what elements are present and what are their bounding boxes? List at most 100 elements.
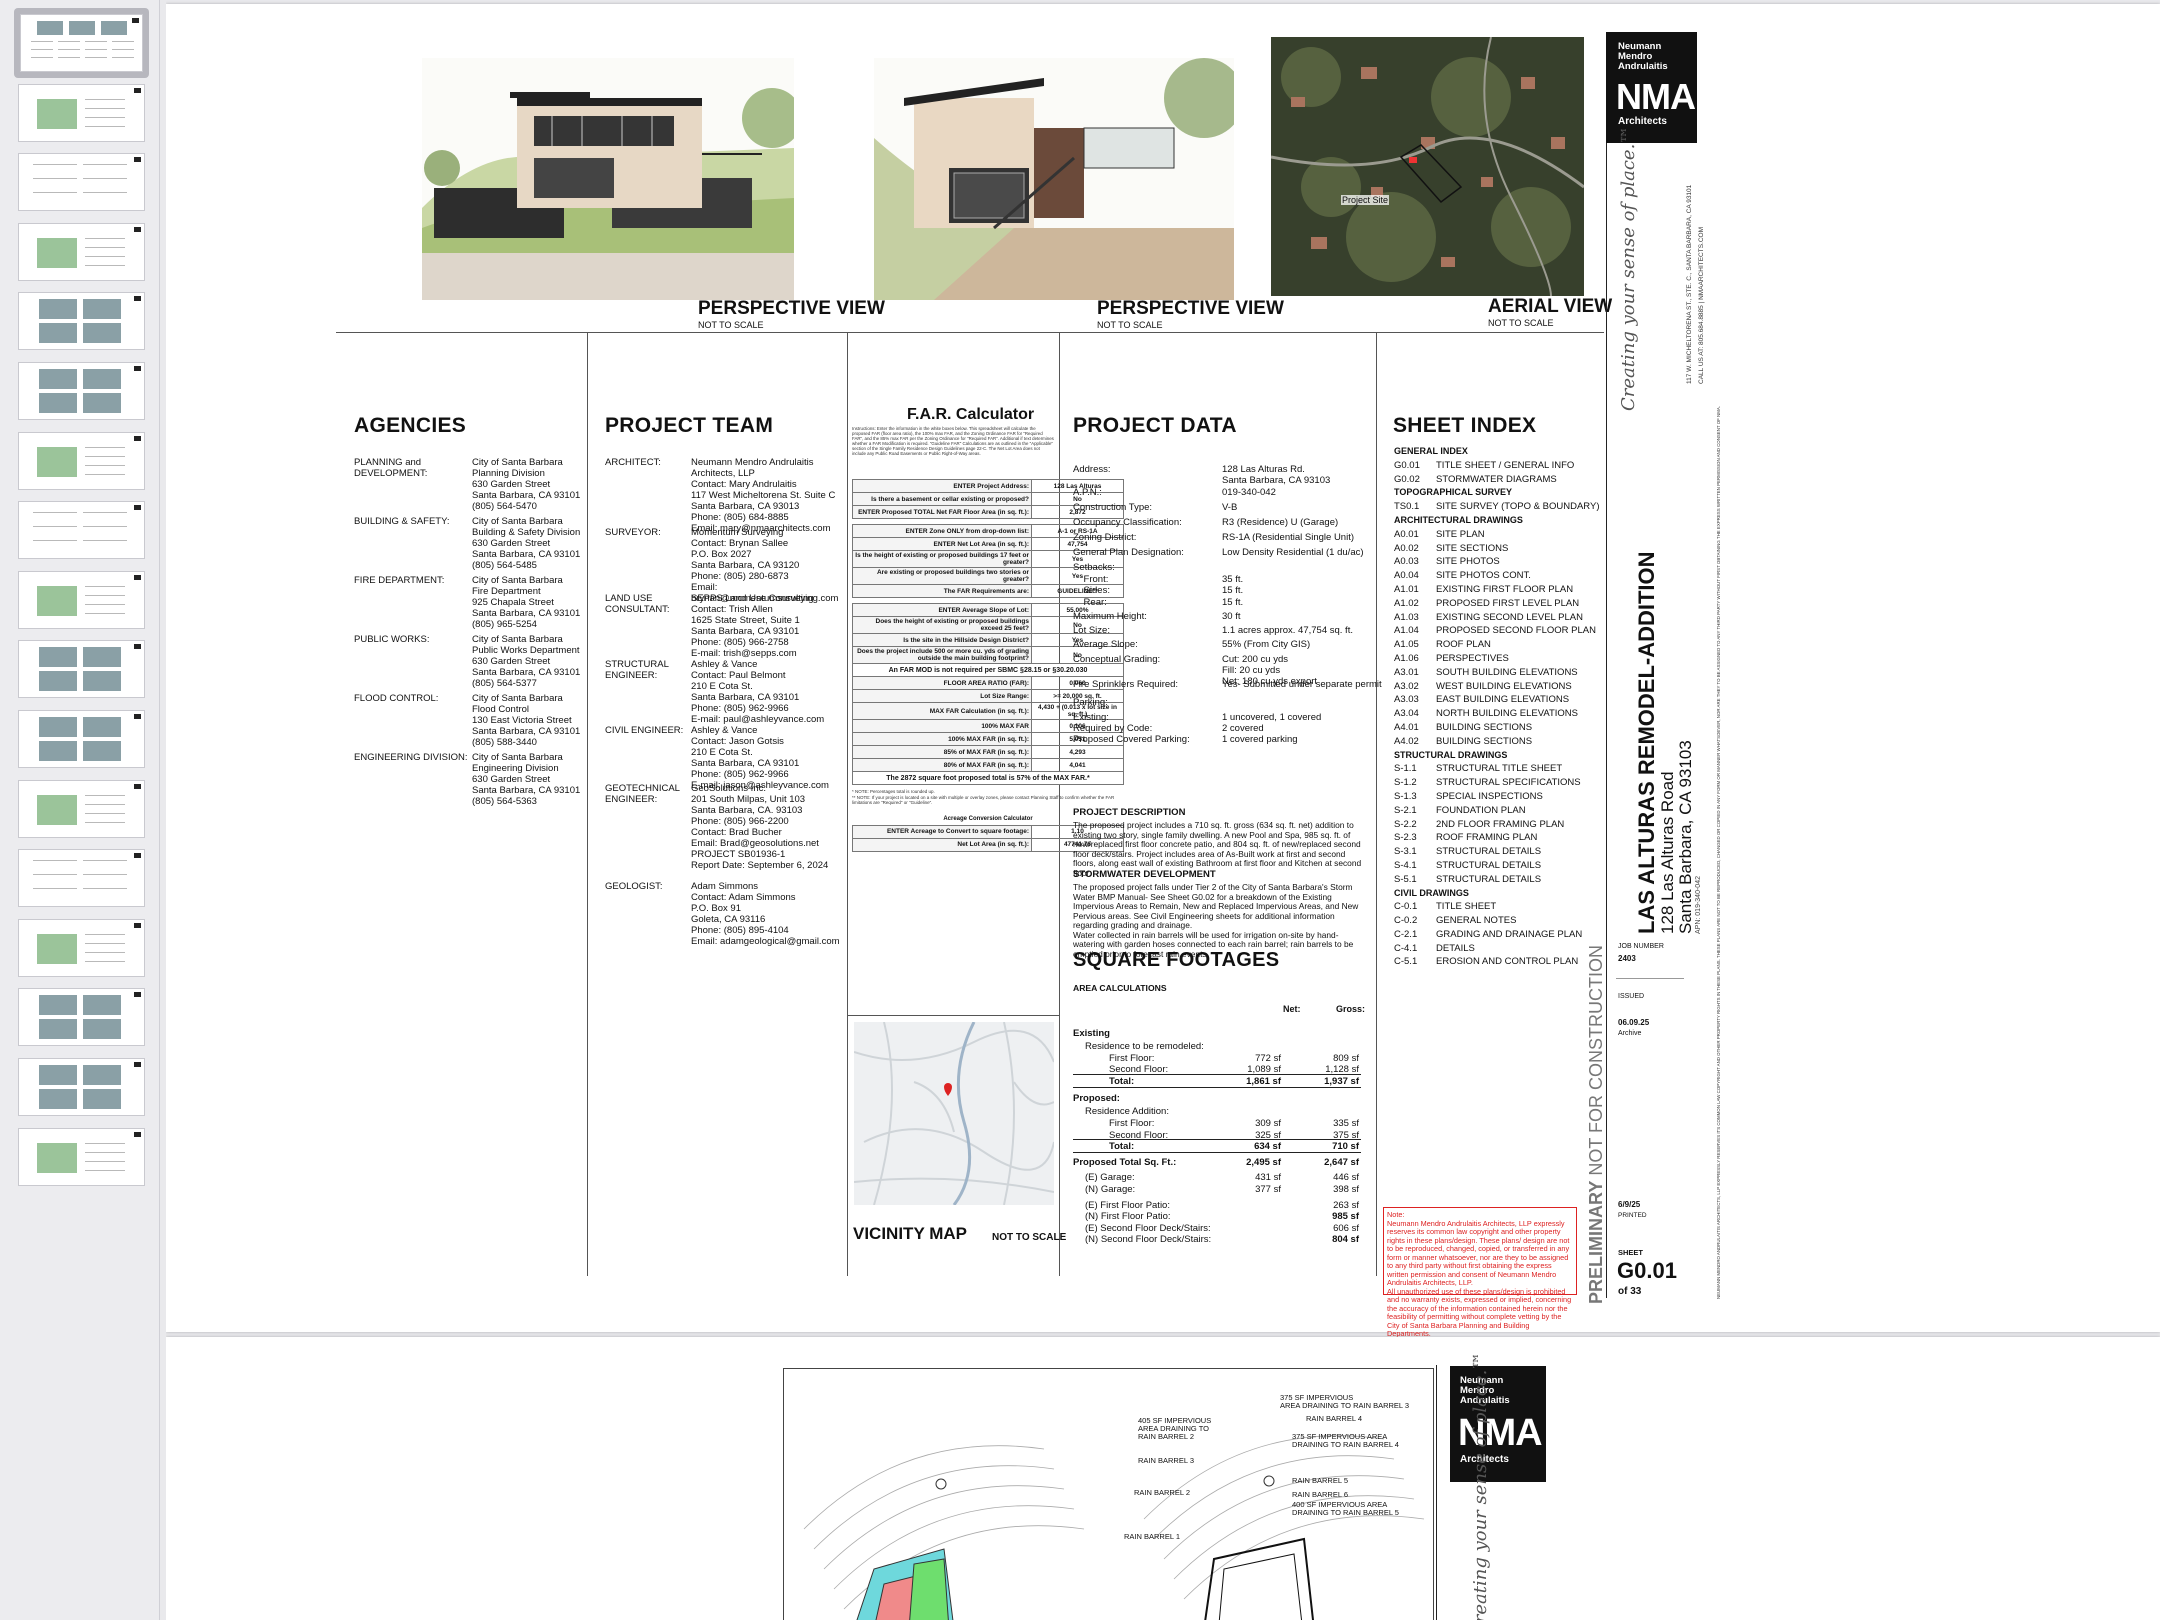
- sheet-index-item[interactable]: A0.02 SITE SECTIONS: [1394, 542, 1604, 556]
- project-data-row: Zoning District: RS-1A (Residential Singl…: [1073, 532, 1373, 543]
- sheet-index-item[interactable]: A1.05 ROOF PLAN: [1394, 638, 1604, 652]
- sheet-index-item[interactable]: TS0.1 SITE SURVEY (TOPO & BOUNDARY): [1394, 500, 1604, 514]
- agency-name: ENGINEERING DIVISION:: [354, 752, 468, 763]
- thumbnail-logo: [134, 157, 141, 163]
- agency-info: City of Santa Barbara Engineering Divisi…: [472, 752, 581, 807]
- document-view[interactable]: PERSPECTIVE VIEW NOT TO SCALE PERSPECTIV…: [166, 0, 2160, 1620]
- printed-date: 6/9/25: [1618, 1200, 1641, 1209]
- sheet-index-item[interactable]: A4.01 BUILDING SECTIONS: [1394, 721, 1604, 735]
- tagline: Creating your sense of place.™: [1618, 125, 1639, 411]
- sheet-code: A0.03: [1394, 556, 1419, 568]
- thumbnail-logo: [134, 644, 141, 650]
- thumbnail-line: [112, 41, 134, 42]
- thumbnail-logo: [134, 853, 141, 859]
- sheet-index-item[interactable]: S-2.3 ROOF FRAMING PLAN: [1394, 831, 1604, 845]
- divider: [1616, 978, 1684, 979]
- sheet-index-item[interactable]: C-5.1 EROSION AND CONTROL PLAN: [1394, 955, 1604, 969]
- page-thumbnail[interactable]: [14, 704, 149, 774]
- sheet-index-item[interactable]: S-1.3 SPECIAL INSPECTIONS: [1394, 790, 1604, 804]
- page-thumbnail[interactable]: [14, 1052, 149, 1122]
- sheet-index-item[interactable]: A1.01 EXISTING FIRST FLOOR PLAN: [1394, 583, 1604, 597]
- sheet-title: SOUTH BUILDING ELEVATIONS: [1436, 666, 1578, 678]
- agency-info: City of Santa Barbara Flood Control 130 …: [472, 693, 581, 748]
- page-thumbnail[interactable]: [14, 217, 149, 287]
- sheet-index-item[interactable]: S-2.1 FOUNDATION PLAN: [1394, 804, 1604, 818]
- far-label: Lot Size Range:: [852, 689, 1032, 703]
- thumbnail-logo: [134, 296, 141, 302]
- page-thumbnail[interactable]: [14, 843, 149, 913]
- sqft-label: Residence Addition:: [1085, 1106, 1169, 1118]
- thumbnail-image: [37, 446, 77, 477]
- sheet-title: EXISTING SECOND LEVEL PLAN: [1436, 611, 1583, 623]
- page-thumbnail[interactable]: [14, 982, 149, 1052]
- sheet-index-item[interactable]: A3.02 WEST BUILDING ELEVATIONS: [1394, 680, 1604, 694]
- sheet-title: DETAILS: [1436, 942, 1475, 954]
- sheet-code: A3.02: [1394, 680, 1419, 692]
- sheet-index-item[interactable]: A0.04 SITE PHOTOS CONT.: [1394, 569, 1604, 583]
- sheet-index-item[interactable]: C-2.1 GRADING AND DRAINAGE PLAN: [1394, 928, 1604, 942]
- project-data-row: Lot Size: 1.1 acres approx. 47,754 sq. ft…: [1073, 625, 1373, 636]
- sheet-index-item[interactable]: A1.03 EXISTING SECOND LEVEL PLAN: [1394, 611, 1604, 625]
- thumbnail-line: [85, 821, 125, 823]
- page-thumbnail[interactable]: [14, 495, 149, 565]
- sheet-index-item[interactable]: S-4.1 STRUCTURAL DETAILS: [1394, 859, 1604, 873]
- page-thumbnail[interactable]: [14, 426, 149, 496]
- thumbnail-line: [85, 942, 125, 944]
- sqft-label: First Floor:: [1109, 1118, 1155, 1129]
- page-thumbnail[interactable]: [14, 1122, 149, 1192]
- thumbnail-sidebar[interactable]: [0, 0, 160, 1620]
- thumbnail-image: [39, 299, 77, 320]
- agency-info: City of Santa Barbara Building & Safety …: [472, 516, 581, 571]
- far-label: Is the height of existing or proposed bu…: [852, 550, 1032, 568]
- sheet-index-item[interactable]: G0.01 TITLE SHEET / GENERAL INFO: [1394, 459, 1604, 473]
- agencies-title: AGENCIES: [354, 414, 467, 437]
- sheet-index-item[interactable]: S-1.1 STRUCTURAL TITLE SHEET: [1394, 762, 1604, 776]
- sqft-gross: 985 sf: [1332, 1211, 1359, 1223]
- page-thumbnail[interactable]: [14, 147, 149, 217]
- job-number-label: JOB NUMBER: [1618, 943, 1664, 950]
- issued-date: 06.09.25: [1618, 1018, 1650, 1027]
- project-data-label: Parking:: [1073, 697, 1108, 708]
- sheet-index-item[interactable]: S-3.1 STRUCTURAL DETAILS: [1394, 845, 1604, 859]
- page-thumbnail[interactable]: [14, 634, 149, 704]
- sheet-index-item[interactable]: S-1.2 STRUCTURAL SPECIFICATIONS: [1394, 776, 1604, 790]
- page-thumbnail[interactable]: [14, 356, 149, 426]
- project-data-row: Occupancy Classification: R3 (Residence) …: [1073, 517, 1373, 528]
- far-label: 85% of MAX FAR (in sq. ft.):: [852, 745, 1032, 759]
- thumbnail-page: [18, 779, 145, 838]
- page-thumbnail[interactable]: [14, 565, 149, 635]
- sheet-index-item[interactable]: A3.03 EAST BUILDING ELEVATIONS: [1394, 693, 1604, 707]
- sheet-index-item[interactable]: C-0.2 GENERAL NOTES: [1394, 914, 1604, 928]
- diagram-label: RAIN BARREL 2: [1134, 1488, 1190, 1497]
- sqft-label: (N) First Floor Patio:: [1085, 1211, 1171, 1223]
- sheet-index-item[interactable]: A1.04 PROPOSED SECOND FLOOR PLAN: [1394, 624, 1604, 638]
- sheet-index-item[interactable]: A4.02 BUILDING SECTIONS: [1394, 735, 1604, 749]
- sheet-index-item[interactable]: C-4.1 DETAILS: [1394, 942, 1604, 956]
- sheet-index-item[interactable]: A0.01 SITE PLAN: [1394, 528, 1604, 542]
- sheet-index-item[interactable]: S-5.1 STRUCTURAL DETAILS: [1394, 873, 1604, 887]
- sheet-index-item[interactable]: S-2.2 2ND FLOOR FRAMING PLAN: [1394, 818, 1604, 832]
- sheet-title: SITE SECTIONS: [1436, 542, 1509, 554]
- firm-phone: CALL US AT: 805.684.8885 | NMAARCHITECTS…: [1698, 226, 1705, 384]
- thumbnail-line: [85, 812, 125, 814]
- page-thumbnail[interactable]: [14, 8, 149, 78]
- page-thumbnail[interactable]: [14, 78, 149, 148]
- sheet-index-item[interactable]: A3.04 NORTH BUILDING ELEVATIONS: [1394, 707, 1604, 721]
- vicinity-map: [853, 1021, 1055, 1206]
- project-data-row: Existing: Required by Code: Proposed Cov…: [1073, 712, 1373, 745]
- sheet-index-item[interactable]: C-0.1 TITLE SHEET: [1394, 900, 1604, 914]
- sheet-title: SITE SURVEY (TOPO & BOUNDARY): [1436, 501, 1600, 513]
- page-thumbnail[interactable]: [14, 913, 149, 983]
- sqft-net: 377 sf: [1255, 1184, 1281, 1195]
- sheet-index-item[interactable]: A1.02 PROPOSED FIRST LEVEL PLAN: [1394, 597, 1604, 611]
- sheet-index-group: STRUCTURAL DRAWINGS: [1394, 749, 1508, 760]
- sheet-index-item[interactable]: A1.06 PERSPECTIVES: [1394, 652, 1604, 666]
- sheet-index-item[interactable]: A3.01 SOUTH BUILDING ELEVATIONS: [1394, 666, 1604, 680]
- sheet-index-item[interactable]: G0.02 STORMWATER DIAGRAMS: [1394, 473, 1604, 487]
- sheet-index-item[interactable]: A0.03 SITE PHOTOS: [1394, 555, 1604, 569]
- thumbnail-logo: [134, 87, 141, 93]
- page-thumbnail[interactable]: [14, 774, 149, 844]
- project-address-2: Santa Barbara, CA 93103: [1676, 740, 1695, 934]
- diagram-label: 375 SF IMPERVIOUS AREA DRAINING TO RAIN …: [1280, 1393, 1410, 1410]
- page-thumbnail[interactable]: [14, 286, 149, 356]
